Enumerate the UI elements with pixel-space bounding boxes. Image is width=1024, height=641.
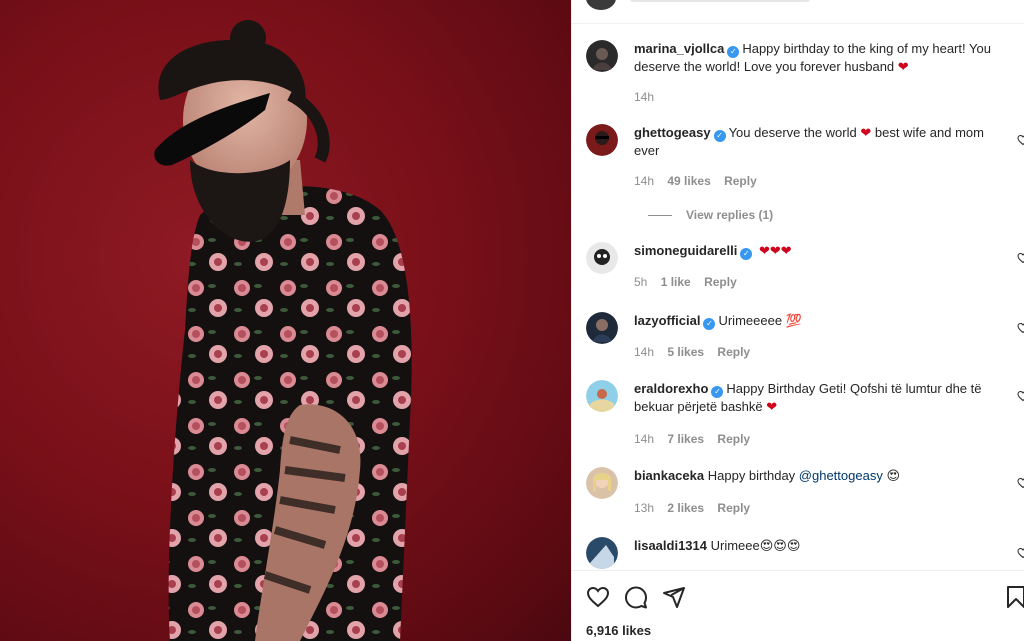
avatar[interactable] <box>586 380 618 412</box>
heart-outline-icon[interactable] <box>586 585 610 609</box>
comment-meta: 5h 1 like Reply <box>634 275 747 289</box>
heart-emoji: ❤ <box>766 399 778 414</box>
comment-text: Urimeeeee <box>718 313 786 328</box>
comment-likes[interactable]: 49 likes <box>667 174 710 188</box>
heart-outline-icon[interactable] <box>1017 322 1024 334</box>
comment-time[interactable]: 14h <box>634 90 654 104</box>
verified-badge-icon: ✓ <box>740 248 753 260</box>
reply-button[interactable]: Reply <box>717 345 750 359</box>
comment-username[interactable]: eraldorexho <box>634 381 708 396</box>
avatar[interactable] <box>586 537 618 569</box>
avatar[interactable] <box>586 124 618 156</box>
comment-meta: 14h 7 likes Reply <box>634 432 760 446</box>
comment-meta: 13h 2 likes Reply <box>634 501 760 515</box>
comment-body: lazyofficial ✓ Urimeeeee 💯 <box>634 312 1004 330</box>
comment-body: biankaceka Happy birthday @ghettogeasy 😍 <box>634 467 1004 485</box>
heart-outline-icon[interactable] <box>1017 477 1024 489</box>
post-header-partial <box>572 0 1024 24</box>
post-details-panel: marina_vjollca ✓ Happy birthday to the kin… <box>571 0 1024 641</box>
reply-button[interactable]: Reply <box>717 432 750 446</box>
comment-username[interactable]: simoneguidarelli <box>634 243 737 258</box>
hearts-emoji: ❤❤❤ <box>758 243 792 258</box>
comment-username[interactable]: biankaceka <box>634 468 704 483</box>
comment-body: simoneguidarelli ✓ ❤❤❤ <box>634 242 1004 260</box>
verified-badge-icon: ✓ <box>711 386 724 398</box>
comment-time[interactable]: 14h <box>634 174 654 188</box>
heart-eyes-emoji: 😍 <box>882 468 900 483</box>
verified-badge-icon: ✓ <box>727 46 740 58</box>
post-photo[interactable] <box>0 0 571 641</box>
comment-time[interactable]: 13h <box>634 501 654 515</box>
avatar[interactable] <box>586 242 618 274</box>
post-actions-bar: 6,916 likes <box>572 570 1024 641</box>
verified-badge-icon: ✓ <box>703 318 716 330</box>
comment-meta: 14h 49 likes Reply <box>634 174 767 188</box>
avatar[interactable] <box>586 467 618 499</box>
heart-eyes-emoji: 😍😍😍 <box>759 538 801 553</box>
reply-button[interactable]: Reply <box>724 174 757 188</box>
comment-time[interactable]: 14h <box>634 345 654 359</box>
comment-username[interactable]: ghettogeasy <box>634 125 711 140</box>
comment-username[interactable]: marina_vjollca <box>634 41 724 56</box>
divider-line <box>648 215 672 217</box>
comment-likes[interactable]: 7 likes <box>667 432 704 446</box>
comment-body: eraldorexho ✓ Happy Birthday Geti! Qofshi … <box>634 380 1004 416</box>
comment-body: marina_vjollca ✓ Happy birthday to the kin… <box>634 40 1004 76</box>
avatar[interactable] <box>586 0 616 10</box>
comment-username[interactable]: lisaaldi1314 <box>634 538 707 553</box>
hundred-emoji: 💯 <box>785 313 802 328</box>
heart-emoji: ❤ <box>897 59 909 74</box>
heart-emoji: ❤ <box>860 125 872 140</box>
comment-text: You deserve the world <box>728 125 861 140</box>
reply-button[interactable]: Reply <box>704 275 737 289</box>
comment-time[interactable]: 5h <box>634 275 647 289</box>
comment-bubble-icon[interactable] <box>624 585 648 609</box>
post-header-text-clipped <box>630 0 810 2</box>
comment-body: lisaaldi1314 Urimeee😍😍😍 <box>634 537 1004 555</box>
verified-badge-icon: ✓ <box>713 130 726 142</box>
heart-outline-icon[interactable] <box>1017 252 1024 264</box>
paper-plane-icon[interactable] <box>662 585 686 609</box>
comment-meta: 14h 5 likes Reply <box>634 345 760 359</box>
comment-likes[interactable]: 1 like <box>661 275 691 289</box>
comment-body: ghettogeasy ✓ You deserve the world ❤ best… <box>634 124 1004 160</box>
comment-time[interactable]: 14h <box>634 432 654 446</box>
avatar[interactable] <box>586 40 618 72</box>
view-replies-label[interactable]: View replies (1) <box>686 208 773 222</box>
comment-likes[interactable]: 2 likes <box>667 501 704 515</box>
comment-text: Urimeee <box>710 538 760 553</box>
likes-count[interactable]: 6,916 likes <box>586 623 651 638</box>
mention-link[interactable]: @ghettogeasy <box>799 468 883 483</box>
photo-illustration <box>154 20 412 641</box>
avatar[interactable] <box>586 312 618 344</box>
comment-meta: 14h <box>634 90 664 104</box>
comment-username[interactable]: lazyofficial <box>634 313 700 328</box>
reply-button[interactable]: Reply <box>717 501 750 515</box>
comment-text: Happy birthday <box>707 468 799 483</box>
heart-outline-icon[interactable] <box>1017 134 1024 146</box>
heart-outline-icon[interactable] <box>1017 547 1024 559</box>
comments-list[interactable]: marina_vjollca ✓ Happy birthday to the kin… <box>572 24 1024 570</box>
view-replies-button[interactable]: View replies (1) <box>648 208 773 222</box>
comment-likes[interactable]: 5 likes <box>667 345 704 359</box>
heart-outline-icon[interactable] <box>1017 390 1024 402</box>
bookmark-icon[interactable] <box>1004 585 1024 609</box>
